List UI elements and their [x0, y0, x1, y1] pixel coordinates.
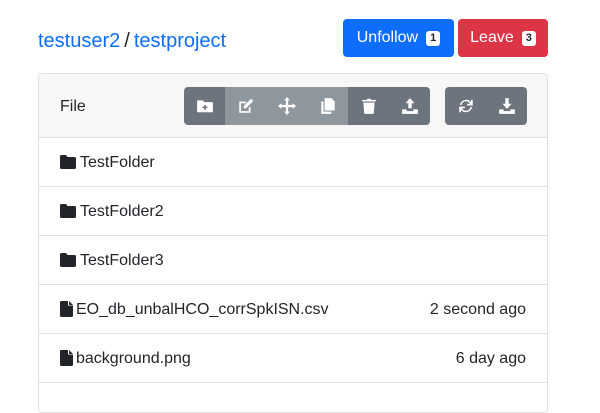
copy-button[interactable]: [307, 87, 348, 125]
file-action-toolbar: [184, 87, 430, 125]
file-name[interactable]: EO_db_unbalHCO_corrSpkISN.csv: [76, 301, 329, 319]
copy-icon: [320, 98, 335, 114]
file-icon: [60, 301, 73, 317]
trash-icon: [361, 98, 376, 114]
folder-row[interactable]: TestFolder2: [39, 187, 547, 236]
member-count-badge: 3: [521, 30, 536, 46]
file-row[interactable]: background.png 6 day ago: [39, 334, 547, 383]
folder-icon: [60, 155, 76, 169]
file-name[interactable]: TestFolder: [80, 154, 155, 172]
breadcrumb: testuser2/testproject: [38, 29, 226, 53]
folder-icon: [60, 253, 76, 267]
leave-button[interactable]: Leave 3: [458, 19, 548, 57]
breadcrumb-project-link[interactable]: testproject: [134, 30, 226, 52]
upload-icon: [401, 98, 418, 114]
folder-row[interactable]: TestFolder3: [39, 236, 547, 285]
file-name[interactable]: TestFolder2: [80, 203, 164, 221]
file-list: TestFolder TestFolder2 TestFolder3 EO_db_un…: [39, 138, 547, 383]
file-panel: File TestFolder TestFolder2 TestFolder3 …: [38, 73, 548, 413]
rename-button[interactable]: [225, 87, 266, 125]
file-row[interactable]: EO_db_unbalHCO_corrSpkISN.csv 2 second ag…: [39, 285, 547, 334]
folder-icon: [60, 204, 76, 218]
download-button[interactable]: [486, 87, 527, 125]
file-panel-header: File: [39, 74, 547, 138]
file-icon: [60, 350, 73, 366]
modified-time: 2 second ago: [429, 301, 526, 318]
move-icon: [277, 97, 296, 115]
move-button[interactable]: [266, 87, 307, 125]
edit-icon: [238, 98, 253, 113]
breadcrumb-separator: /: [124, 30, 130, 52]
breadcrumb-user-link[interactable]: testuser2: [38, 30, 120, 52]
download-icon: [498, 98, 515, 114]
folder-row[interactable]: TestFolder: [39, 138, 547, 187]
unfollow-label: Unfollow: [356, 29, 419, 46]
new-folder-icon: [196, 100, 213, 113]
file-panel-title: File: [60, 98, 86, 115]
file-name[interactable]: TestFolder3: [80, 252, 164, 270]
panel-secondary-toolbar: [445, 87, 527, 125]
upload-button[interactable]: [389, 87, 430, 125]
follower-count-badge: 1: [426, 30, 441, 46]
refresh-icon: [458, 99, 473, 113]
delete-button[interactable]: [348, 87, 389, 125]
leave-label: Leave: [470, 29, 514, 46]
unfollow-button[interactable]: Unfollow 1: [343, 19, 454, 57]
new-folder-button[interactable]: [184, 87, 225, 125]
modified-time: 6 day ago: [455, 350, 526, 367]
refresh-button[interactable]: [445, 87, 486, 125]
file-name[interactable]: background.png: [76, 350, 191, 368]
